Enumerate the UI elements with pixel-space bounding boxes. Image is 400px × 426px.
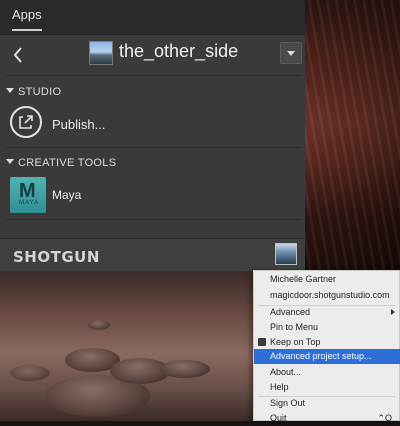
section-header-creative-tools[interactable]: CREATIVE TOOLS bbox=[6, 157, 116, 169]
divider bbox=[6, 147, 302, 148]
menu-item-quit[interactable]: Quit ⌃Q bbox=[254, 411, 400, 426]
menu-item-label: Advanced bbox=[270, 307, 311, 317]
publish-app-label[interactable]: Publish... bbox=[52, 117, 105, 132]
maya-app-label[interactable]: Maya bbox=[52, 188, 81, 202]
menu-item-label: Quit bbox=[270, 413, 287, 423]
menu-item-label: Pin to Menu bbox=[270, 322, 319, 332]
menu-item-advanced-project-setup[interactable]: Advanced project setup... bbox=[254, 349, 400, 364]
divider bbox=[6, 219, 302, 220]
menu-item-label: Help bbox=[270, 382, 289, 392]
cliff-image bbox=[300, 0, 400, 270]
maya-icon-text: MAYA bbox=[19, 200, 40, 206]
menu-item-label: Advanced project setup... bbox=[270, 351, 372, 361]
shortcut-label: ⌃Q bbox=[377, 413, 392, 423]
menu-site-url: magicdoor.shotgunstudio.com bbox=[254, 288, 400, 303]
tab-bar: Apps bbox=[0, 0, 305, 35]
menu-user-name: Michelle Gartner bbox=[254, 272, 400, 287]
site-url: magicdoor.shotgunstudio.com bbox=[270, 290, 390, 300]
user-name: Michelle Gartner bbox=[270, 274, 337, 284]
project-dropdown-button[interactable] bbox=[280, 42, 302, 64]
share-icon bbox=[19, 115, 33, 129]
project-header: the_other_side bbox=[0, 35, 305, 75]
submenu-arrow-icon bbox=[391, 309, 395, 315]
apps-panel: Apps the_other_side STUDIO Publish... CR… bbox=[0, 0, 305, 270]
menu-item-label: About... bbox=[270, 367, 302, 377]
menu-item-about[interactable]: About... bbox=[254, 365, 400, 380]
project-name: the_other_side bbox=[119, 41, 239, 61]
maya-icon[interactable]: M MAYA bbox=[10, 177, 46, 213]
caret-down-icon bbox=[6, 88, 14, 93]
checkbox-icon bbox=[258, 338, 266, 346]
menu-item-pin-to-menu[interactable]: Pin to Menu bbox=[254, 320, 400, 335]
menu-item-keep-on-top[interactable]: Keep on Top bbox=[254, 335, 400, 350]
user-avatar-button[interactable] bbox=[275, 243, 297, 265]
section-header-studio[interactable]: STUDIO bbox=[6, 86, 61, 98]
chevron-left-icon[interactable] bbox=[8, 43, 28, 67]
menu-item-sign-out[interactable]: Sign Out bbox=[254, 396, 400, 411]
footer-bar: SHOTGUN bbox=[0, 238, 305, 271]
section-label: CREATIVE TOOLS bbox=[18, 157, 117, 169]
rock bbox=[10, 365, 50, 381]
section-label: STUDIO bbox=[18, 86, 62, 98]
menu-item-label: Keep on Top bbox=[270, 337, 321, 347]
tab-apps[interactable]: Apps bbox=[12, 7, 42, 31]
menu-item-advanced[interactable]: Advanced bbox=[254, 305, 400, 320]
publish-icon[interactable] bbox=[10, 106, 42, 138]
divider bbox=[6, 75, 302, 76]
menu-item-help[interactable]: Help bbox=[254, 380, 400, 395]
menu-item-label: Sign Out bbox=[270, 398, 306, 408]
rock bbox=[160, 360, 210, 378]
project-thumbnail bbox=[89, 41, 113, 65]
shotgun-logo: SHOTGUN bbox=[13, 248, 100, 266]
rock bbox=[88, 320, 110, 330]
user-context-menu: Michelle Gartner magicdoor.shotgunstudio… bbox=[253, 270, 400, 423]
caret-down-icon bbox=[6, 159, 14, 164]
